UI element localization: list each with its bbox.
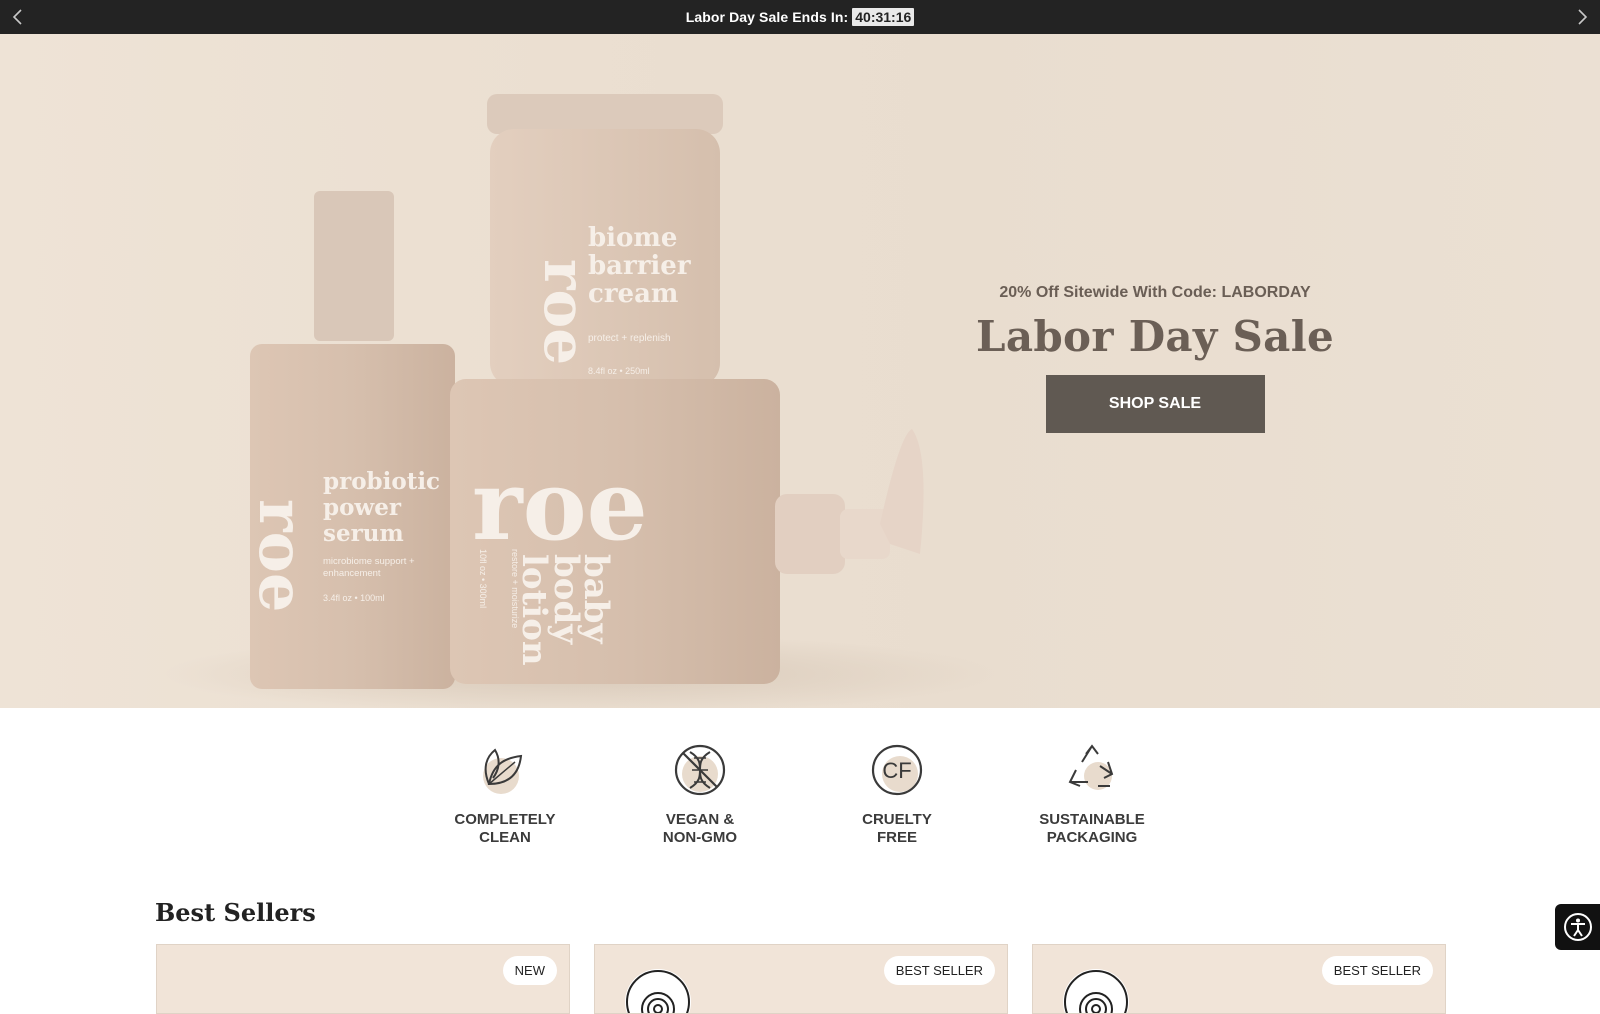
accessibility-button[interactable]: [1555, 904, 1600, 950]
countdown-timer: 40:31:16: [852, 8, 915, 26]
svg-text:10fl oz • 300ml: 10fl oz • 300ml: [478, 549, 488, 608]
feature-line1: CRUELTY: [862, 811, 932, 828]
ewg-verified-seal: [1063, 969, 1129, 1013]
feature-completely-clean: COMPLETELY CLEAN: [430, 740, 580, 847]
feature-line1: VEGAN &: [665, 811, 735, 828]
svg-text:microbiome support +: microbiome support +: [323, 556, 415, 567]
recycle-icon: [1068, 744, 1114, 790]
promo-code-text: 20% Off Sitewide With Code: LABORDAY: [999, 284, 1311, 301]
announcement-text: Labor Day Sale Ends In:: [685, 9, 849, 25]
svg-text:roe: roe: [245, 499, 318, 612]
leaf-icon: [483, 748, 523, 794]
hero-headline: Labor Day Sale: [976, 312, 1334, 361]
svg-text:serum: serum: [323, 520, 404, 547]
product-card[interactable]: BEST SELLER: [594, 944, 1008, 1014]
best-sellers-title: Best Sellers: [155, 898, 316, 927]
svg-text:restore + moisturize: restore + moisturize: [510, 549, 520, 628]
svg-text:probiotic: probiotic: [323, 468, 440, 495]
shop-sale-button[interactable]: SHOP SALE: [1045, 375, 1265, 433]
svg-text:barrier: barrier: [588, 251, 691, 281]
svg-text:CF: CF: [882, 758, 911, 783]
hero-product-image: roe biome barrier cream protect + replen…: [160, 94, 1000, 708]
feature-line1: COMPLETELY: [454, 811, 556, 828]
product-card[interactable]: BEST SELLER: [1032, 944, 1446, 1014]
svg-text:protect + replenish: protect + replenish: [588, 333, 671, 344]
chevron-right-icon[interactable]: [1572, 7, 1592, 27]
feature-line2: FREE: [876, 829, 917, 846]
ewg-verified-seal: [625, 969, 691, 1013]
feature-line2: CLEAN: [479, 829, 531, 846]
feature-vegan: VEGAN & NON-GMO: [625, 740, 775, 847]
feature-sustainable: SUSTAINABLE PACKAGING: [1017, 740, 1167, 847]
accessibility-icon: [1563, 913, 1592, 941]
svg-text:cream: cream: [588, 279, 678, 309]
no-dna-icon: [674, 744, 726, 796]
best-seller-badge: BEST SELLER: [883, 956, 995, 985]
feature-line2: PACKAGING: [1046, 829, 1138, 846]
product-card[interactable]: NEW: [156, 944, 570, 1014]
svg-text:enhancement: enhancement: [323, 568, 381, 579]
chevron-left-icon[interactable]: [8, 7, 28, 27]
feature-line2: NON-GMO: [662, 829, 738, 846]
best-seller-badge: BEST SELLER: [1321, 956, 1433, 985]
feature-line1: SUSTAINABLE: [1039, 811, 1145, 828]
hero-banner: roe biome barrier cream protect + replen…: [0, 34, 1600, 708]
feature-badges: COMPLETELY CLEAN VEGAN & NON-GMO CF CRUELT…: [430, 740, 1170, 860]
feature-cruelty-free: CF CRUELTY FREE: [822, 740, 972, 847]
new-badge: NEW: [502, 956, 557, 985]
hero-copy: 20% Off Sitewide With Code: LABORDAY Lab…: [960, 284, 1350, 433]
announcement-bar: Labor Day Sale Ends In: 40:31:16: [0, 0, 1600, 34]
cruelty-free-icon: CF: [871, 744, 923, 796]
svg-text:8.4fl oz • 250ml: 8.4fl oz • 250ml: [588, 366, 650, 376]
svg-text:3.4fl oz • 100ml: 3.4fl oz • 100ml: [323, 593, 385, 603]
svg-text:power: power: [323, 494, 402, 521]
svg-text:biome: biome: [588, 223, 677, 253]
svg-text:roe: roe: [472, 449, 648, 562]
